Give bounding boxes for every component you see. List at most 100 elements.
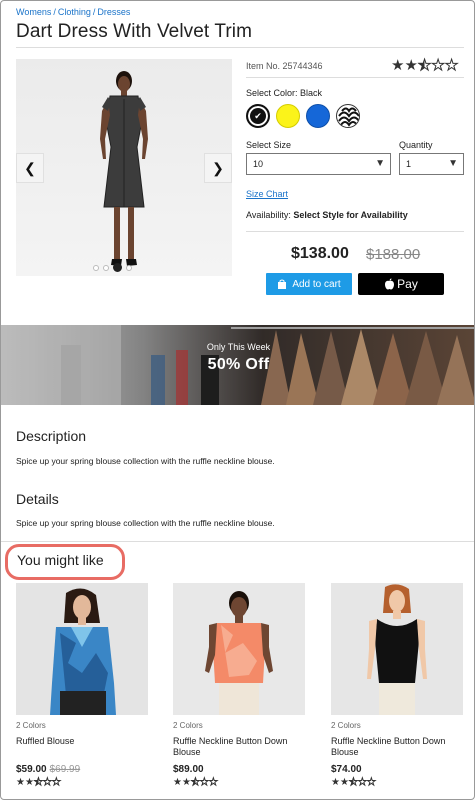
pattern-icon (338, 106, 359, 127)
product-card[interactable]: 2 Colors Ruffle Neckline Button Down Blo… (173, 583, 305, 789)
page-title: Dart Dress With Velvet Trim (16, 21, 253, 42)
product-colors: 2 Colors (16, 721, 46, 730)
product-colors: 2 Colors (173, 721, 203, 730)
breadcrumb-womens[interactable]: Womens (16, 7, 51, 17)
availability-value: Select Style for Availability (293, 210, 408, 220)
color-swatch-black[interactable]: ✔ (246, 104, 270, 128)
product-prices: $74.00 (331, 764, 463, 775)
product-price: $74.00 (331, 764, 362, 775)
product-thumbnail[interactable] (173, 583, 305, 715)
carousel-dots (93, 263, 132, 272)
carousel-prev-button[interactable]: ❮ (16, 153, 44, 183)
chevron-right-icon: ❯ (212, 159, 224, 176)
description-text: Spice up your spring blouse collection w… (16, 456, 275, 466)
breadcrumb: Womens / Clothing / Dresses (16, 7, 130, 17)
carousel-next-button[interactable]: ❯ (204, 153, 232, 183)
product-rating: ★★★★★ (16, 777, 148, 789)
divider (1, 541, 474, 542)
select-color-label: Select Color: Black (246, 88, 323, 98)
star-empty-icon: ★ (51, 777, 61, 789)
bag-icon (278, 279, 287, 289)
star-filled-icon: ★ (24, 777, 34, 788)
product-card[interactable]: 2 Colors Ruffle Neckline Button Down Blo… (331, 583, 463, 789)
old-price: $188.00 (366, 246, 421, 263)
product-image-carousel[interactable]: ❮ ❯ (16, 59, 232, 276)
banner-title: 50% Off (207, 356, 270, 373)
star-empty-icon: ★ (431, 57, 445, 75)
color-swatch-yellow[interactable] (276, 104, 300, 128)
product-card[interactable]: 2 Colors Ruffled Blouse $59.00 $69.99 ★★★… (16, 583, 148, 789)
select-size-label: Select Size (246, 140, 292, 150)
availability: Availability: Select Style for Availabil… (246, 210, 408, 220)
product-rating: ★★★★★ (173, 777, 305, 789)
details-title: Details (16, 491, 59, 507)
divider (246, 77, 464, 78)
quantity-select-value: 1 (406, 159, 412, 169)
star-half-icon: ★ (417, 57, 432, 75)
details-text: Spice up your spring blouse collection w… (16, 518, 275, 528)
product-name[interactable]: Ruffle Neckline Button Down Blouse (173, 736, 305, 762)
carousel-dot[interactable] (93, 264, 99, 271)
breadcrumb-separator: / (53, 7, 56, 17)
star-empty-icon: ★ (366, 777, 376, 789)
caret-down-icon: ▼ (448, 158, 458, 169)
product-image (100, 71, 148, 266)
carousel-dot-active[interactable] (113, 263, 122, 272)
carousel-dot[interactable] (103, 264, 109, 271)
rating-stars: ★★★★★ (391, 56, 459, 75)
color-swatch-blue[interactable] (306, 104, 330, 128)
checkmark-icon: ✔ (254, 110, 262, 121)
star-half-icon: ★ (190, 777, 200, 789)
star-filled-icon: ★ (404, 57, 418, 74)
size-select[interactable]: 10 ▼ (246, 153, 391, 175)
add-to-cart-button[interactable]: Add to cart (266, 273, 352, 295)
item-number: Item No. 25744346 (246, 61, 323, 71)
star-empty-icon: ★ (42, 777, 52, 789)
availability-label: Availability: (246, 210, 291, 220)
quantity-label: Quantity (399, 140, 433, 150)
size-select-value: 10 (253, 159, 264, 169)
product-name[interactable]: Ruffle Neckline Button Down Blouse (331, 736, 463, 762)
product-prices: $59.00 $69.99 (16, 764, 148, 775)
star-filled-icon: ★ (331, 777, 340, 788)
banner-subtitle: Only This Week (206, 342, 271, 352)
product-thumbnail[interactable] (16, 583, 148, 715)
color-swatch-pattern[interactable] (336, 104, 360, 128)
product-old-price: $69.99 (49, 764, 81, 775)
product-page: Womens / Clothing / Dresses Dart Dress With … (0, 0, 475, 800)
product-rating: ★★★★★ (331, 777, 463, 789)
product-name[interactable]: Ruffled Blouse (16, 736, 148, 762)
star-empty-icon: ★ (444, 57, 459, 75)
price: $138.00 (291, 245, 349, 262)
quantity-select[interactable]: 1 ▼ (399, 153, 464, 175)
carousel-dot[interactable] (126, 264, 132, 271)
product-image (331, 583, 463, 715)
star-half-icon: ★ (348, 777, 358, 789)
apple-pay-button[interactable]: Pay (358, 273, 444, 295)
size-chart-link[interactable]: Size Chart (246, 189, 288, 199)
product-thumbnail[interactable] (331, 583, 463, 715)
star-empty-icon: ★ (199, 777, 209, 789)
star-filled-icon: ★ (391, 57, 405, 74)
color-swatches: ✔ (246, 104, 360, 128)
product-image (173, 583, 305, 715)
product-prices: $89.00 (173, 764, 305, 775)
star-filled-icon: ★ (339, 777, 349, 788)
product-price: $59.00 (16, 764, 47, 775)
apple-pay-label: Pay (397, 277, 418, 291)
chevron-left-icon: ❮ (24, 159, 36, 176)
product-price: $89.00 (173, 764, 204, 775)
divider (16, 47, 464, 48)
star-empty-icon: ★ (357, 777, 367, 789)
star-filled-icon: ★ (173, 777, 182, 788)
breadcrumb-dresses[interactable]: Dresses (97, 7, 130, 17)
divider (246, 231, 464, 232)
breadcrumb-clothing[interactable]: Clothing (58, 7, 91, 17)
add-to-cart-label: Add to cart (292, 278, 341, 290)
breadcrumb-separator: / (92, 7, 96, 17)
product-colors: 2 Colors (331, 721, 361, 730)
star-half-icon: ★ (33, 777, 43, 789)
description-title: Description (16, 428, 87, 444)
product-image (16, 583, 148, 715)
star-empty-icon: ★ (208, 777, 218, 789)
